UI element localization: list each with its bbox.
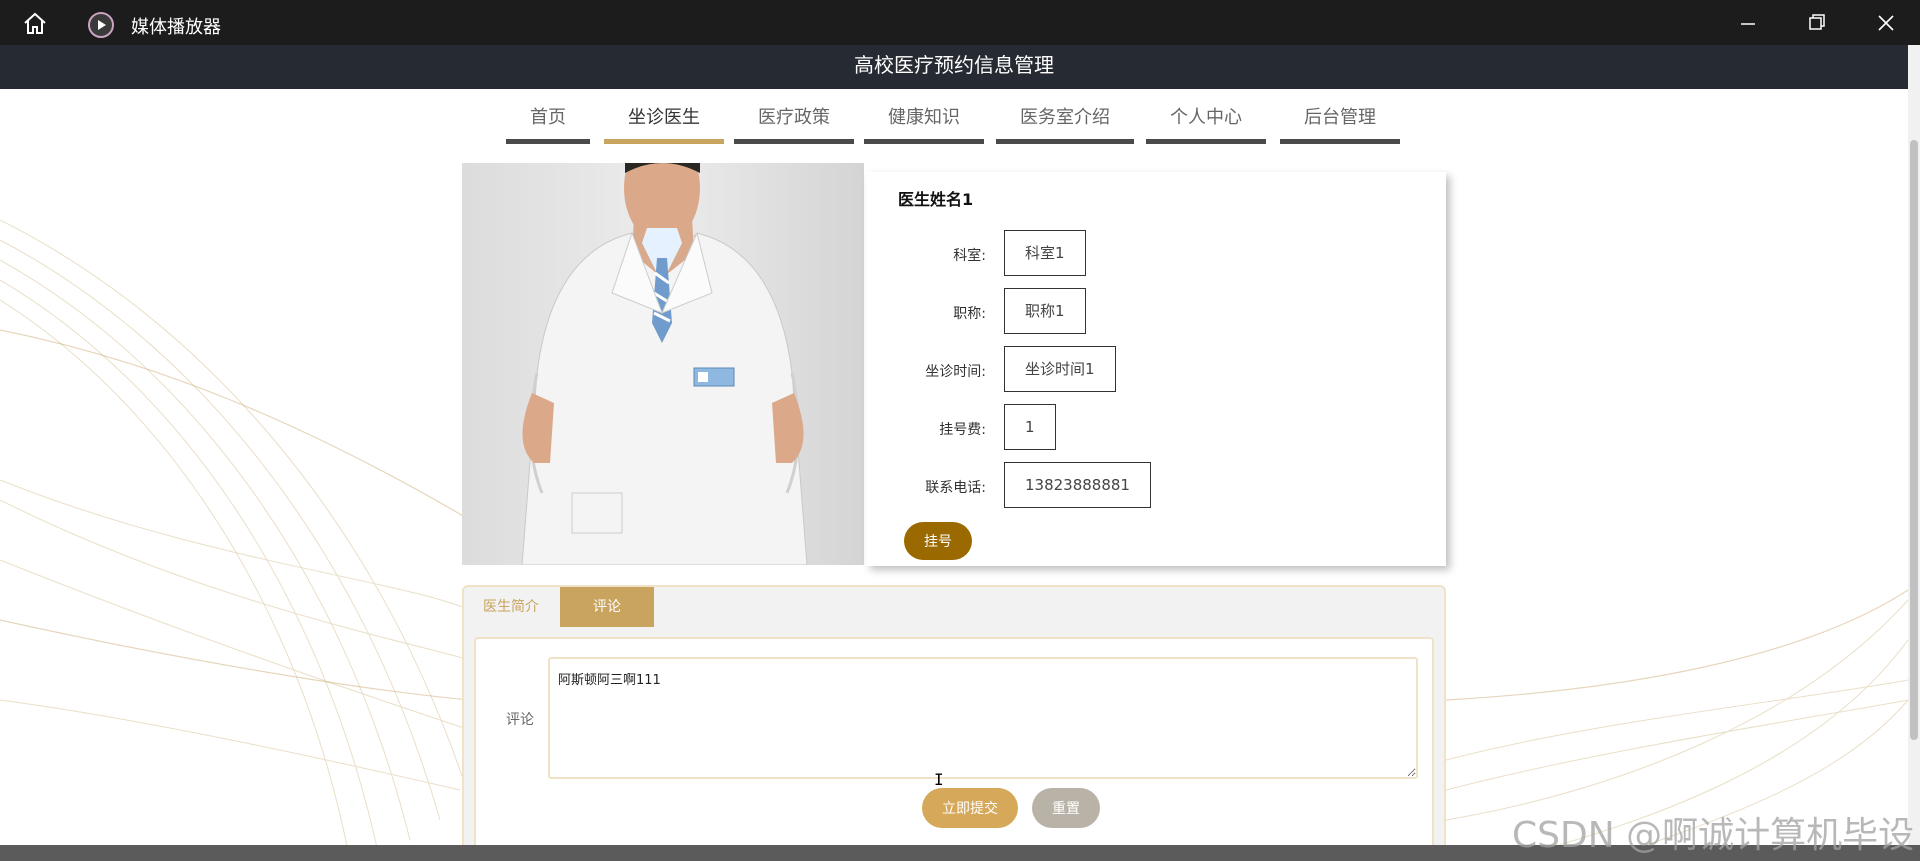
site-header: 高校医疗预约信息管理 bbox=[0, 45, 1908, 89]
comment-form: 评论 阿斯顿阿三啊111 立即提交 重置 bbox=[474, 637, 1434, 861]
reset-button[interactable]: 重置 bbox=[1032, 788, 1100, 828]
window-title: 媒体播放器 bbox=[131, 17, 221, 38]
main-nav: 首页 坐诊医生 医疗政策 健康知识 医务室介绍 个人中心 后台管理 bbox=[0, 100, 1908, 145]
register-button[interactable]: 挂号 bbox=[904, 522, 972, 560]
department-value: 科室1 bbox=[1004, 230, 1086, 276]
phone-label: 联系电话: bbox=[925, 480, 986, 496]
nav-item-home[interactable]: 首页 bbox=[506, 100, 590, 144]
maximize-button[interactable] bbox=[1792, 8, 1838, 38]
comment-textarea[interactable]: 阿斯顿阿三啊111 bbox=[548, 657, 1418, 779]
doctor-photo bbox=[462, 163, 864, 565]
tab-comment[interactable]: 评论 bbox=[560, 587, 654, 627]
comment-label: 评论 bbox=[506, 712, 534, 728]
doctor-name: 医生姓名1 bbox=[898, 190, 974, 209]
home-icon[interactable] bbox=[22, 11, 48, 35]
window-titlebar: 媒体播放器 bbox=[0, 0, 1920, 45]
site-title: 高校医疗预约信息管理 bbox=[854, 53, 1054, 77]
nav-item-personal-center[interactable]: 个人中心 bbox=[1146, 100, 1266, 144]
tab-doctor-intro[interactable]: 医生简介 bbox=[464, 587, 558, 627]
minimize-button[interactable] bbox=[1724, 8, 1770, 38]
nav-item-admin[interactable]: 后台管理 bbox=[1280, 100, 1400, 144]
title-label: 职称: bbox=[953, 306, 986, 322]
registration-fee-value: 1 bbox=[1004, 404, 1056, 450]
submit-button[interactable]: 立即提交 bbox=[922, 788, 1018, 828]
close-button[interactable] bbox=[1862, 8, 1908, 38]
doctor-detail-tabs: 医生简介 评论 评论 阿斯顿阿三啊111 立即提交 重置 bbox=[462, 585, 1446, 861]
media-player-icon bbox=[88, 12, 114, 38]
nav-item-policy[interactable]: 医疗政策 bbox=[734, 100, 854, 144]
nav-item-clinic-intro[interactable]: 医务室介绍 bbox=[996, 100, 1134, 144]
phone-value: 13823888881 bbox=[1004, 462, 1151, 508]
registration-fee-label: 挂号费: bbox=[939, 422, 986, 438]
title-value: 职称1 bbox=[1004, 288, 1086, 334]
department-label: 科室: bbox=[953, 248, 986, 264]
nav-item-health[interactable]: 健康知识 bbox=[864, 100, 984, 144]
nav-item-doctors[interactable]: 坐诊医生 bbox=[604, 100, 724, 144]
consult-time-label: 坐诊时间: bbox=[925, 364, 986, 380]
consult-time-value: 坐诊时间1 bbox=[1004, 346, 1116, 392]
watermark: CSDN @啊诚计算机毕设 bbox=[1512, 815, 1915, 856]
text-cursor-icon: I bbox=[934, 770, 944, 789]
page-scrollbar[interactable] bbox=[1908, 45, 1920, 845]
doctor-info-card: 医生姓名1 科室: 科室1 职称: 职称1 坐诊时间: 坐诊时间1 挂号费: 1… bbox=[866, 172, 1446, 566]
scrollbar-thumb[interactable] bbox=[1910, 140, 1918, 740]
